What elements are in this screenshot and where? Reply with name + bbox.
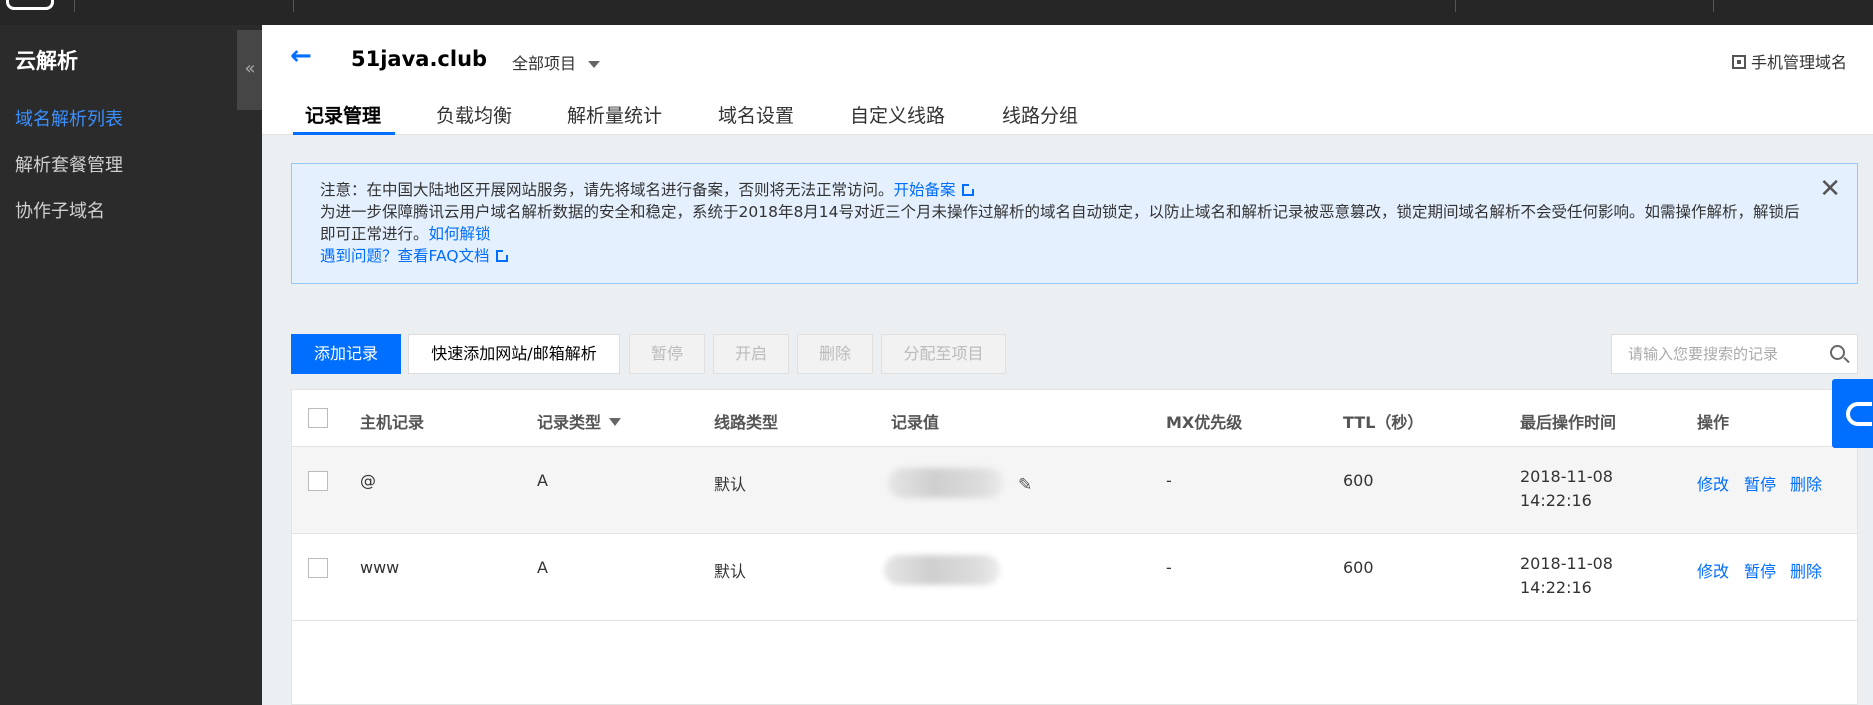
- pause-link[interactable]: 暂停: [1744, 558, 1776, 582]
- chevron-down-icon: [588, 61, 601, 68]
- start-button[interactable]: 开启: [713, 334, 789, 374]
- assign-project-button[interactable]: 分配至项目: [881, 334, 1006, 374]
- sidebar-item-domain-list[interactable]: 域名解析列表: [15, 105, 123, 131]
- start-filing-link[interactable]: 开始备案: [894, 181, 956, 199]
- search-input[interactable]: 请输入您要搜索的记录: [1611, 334, 1858, 374]
- mx-priority: -: [1166, 471, 1172, 490]
- mx-priority: -: [1166, 558, 1172, 577]
- sidebar-item-package-manage[interactable]: 解析套餐管理: [15, 151, 123, 177]
- tab-domain-settings[interactable]: 域名设置: [718, 101, 794, 135]
- column-header: 记录类型: [537, 413, 602, 432]
- headset-icon: [1846, 402, 1872, 426]
- sidebar-item-sub-domain[interactable]: 协作子域名: [15, 197, 105, 223]
- column-header: 线路类型: [714, 413, 779, 432]
- sidebar: 云解析 « 域名解析列表 解析套餐管理 协作子域名: [0, 25, 263, 705]
- how-to-unlock-link[interactable]: 如何解锁: [429, 225, 491, 243]
- notice-text: 注意：在中国大陆地区开展网站服务，请先将域名进行备案，否则将无法正常访问。: [320, 181, 894, 199]
- topbar-divider: [74, 0, 75, 12]
- close-icon[interactable]: ✕: [1819, 176, 1841, 202]
- add-record-button[interactable]: 添加记录: [291, 334, 401, 374]
- records-table: 主机记录 记录类型 线路类型 记录值 MX优先级 TTL（秒） 最后操作时间 操…: [291, 389, 1858, 705]
- record-value-redacted: [888, 468, 1004, 498]
- table-row[interactable]: www A 默认 - 600 2018-11-08 14:22:16 修改 暂停 …: [292, 534, 1857, 621]
- project-select-label: 全部项目: [512, 54, 577, 73]
- page-header: ← 51java.club 全部项目 手机管理域名 记录管理 负载均衡 解析量统…: [262, 25, 1873, 135]
- notice-banner: 注意：在中国大陆地区开展网站服务，请先将域名进行备案，否则将无法正常访问。开始备…: [291, 163, 1858, 284]
- notice-text: 为进一步保障腾讯云用户域名解析数据的安全和稳定，系统于2018年8月14号对近三…: [320, 203, 1800, 243]
- sidebar-title: 云解析: [15, 49, 78, 73]
- ttl: 600: [1343, 471, 1374, 490]
- modify-link[interactable]: 修改: [1697, 558, 1729, 582]
- table-row[interactable]: @ A 默认 ✎ - 600 2018-11-08 14:22:16 修改 暂停 …: [292, 447, 1857, 534]
- row-checkbox[interactable]: [308, 558, 328, 578]
- faq-link[interactable]: 遇到问题？查看FAQ文档: [320, 247, 490, 265]
- tab-load-balance[interactable]: 负载均衡: [436, 101, 512, 135]
- record-type: A: [537, 558, 548, 577]
- external-link-icon: [961, 183, 975, 196]
- last-modified: 2018-11-08 14:22:16: [1520, 465, 1613, 513]
- line-type: 默认: [714, 562, 747, 581]
- column-header: 记录值: [891, 413, 940, 432]
- delete-link[interactable]: 删除: [1790, 558, 1822, 582]
- last-modified-date: 2018-11-08: [1520, 467, 1613, 486]
- cloud-logo-icon[interactable]: [6, 0, 54, 10]
- delete-link[interactable]: 删除: [1790, 471, 1822, 495]
- page-title: 51java.club: [351, 47, 488, 71]
- host-record: www: [360, 558, 400, 577]
- column-header: TTL（秒）: [1343, 413, 1424, 432]
- modify-link[interactable]: 修改: [1697, 471, 1729, 495]
- last-modified-date: 2018-11-08: [1520, 554, 1613, 573]
- mobile-manage-label: 手机管理域名: [1750, 53, 1847, 72]
- search-icon[interactable]: [1830, 345, 1845, 360]
- notice-line: 为进一步保障腾讯云用户域名解析数据的安全和稳定，系统于2018年8月14号对近三…: [320, 201, 1810, 245]
- mobile-manage-link[interactable]: 手机管理域名: [1731, 49, 1847, 73]
- column-header: 主机记录: [360, 413, 425, 432]
- edit-pencil-icon[interactable]: ✎: [1018, 475, 1032, 495]
- back-arrow-icon[interactable]: ←: [290, 43, 312, 69]
- delete-button[interactable]: 删除: [797, 334, 873, 374]
- column-header: 操作: [1697, 413, 1730, 432]
- tab-query-stats[interactable]: 解析量统计: [567, 101, 662, 135]
- online-support-button[interactable]: [1832, 379, 1873, 448]
- record-type: A: [537, 471, 548, 490]
- filter-icon[interactable]: [609, 418, 622, 426]
- qr-code-icon: [1731, 55, 1746, 69]
- table-header: 主机记录 记录类型 线路类型 记录值 MX优先级 TTL（秒） 最后操作时间 操…: [292, 390, 1857, 447]
- last-modified: 2018-11-08 14:22:16: [1520, 552, 1613, 600]
- pause-button[interactable]: 暂停: [629, 334, 705, 374]
- notice-line: 遇到问题？查看FAQ文档: [320, 245, 1829, 267]
- external-link-icon: [495, 249, 509, 262]
- pause-link[interactable]: 暂停: [1744, 471, 1776, 495]
- column-header-record-type[interactable]: 记录类型: [537, 409, 622, 433]
- topbar-divider: [1455, 0, 1456, 12]
- column-header: MX优先级: [1166, 413, 1243, 432]
- tab-custom-line[interactable]: 自定义线路: [850, 101, 945, 135]
- topbar-divider: [293, 0, 294, 12]
- search-placeholder: 请输入您要搜索的记录: [1628, 345, 1779, 363]
- column-header: 最后操作时间: [1520, 413, 1617, 432]
- last-modified-time: 14:22:16: [1520, 491, 1592, 510]
- quick-add-button[interactable]: 快速添加网站/邮箱解析: [408, 334, 620, 374]
- topbar-divider: [1713, 0, 1714, 12]
- notice-line: 注意：在中国大陆地区开展网站服务，请先将域名进行备案，否则将无法正常访问。开始备…: [320, 179, 1829, 201]
- top-bar: [0, 0, 1873, 25]
- row-checkbox[interactable]: [308, 471, 328, 491]
- tab-record-manage[interactable]: 记录管理: [292, 101, 396, 135]
- record-value-redacted: [884, 555, 1000, 585]
- tab-line-group[interactable]: 线路分组: [1002, 101, 1078, 135]
- last-modified-time: 14:22:16: [1520, 578, 1592, 597]
- ttl: 600: [1343, 558, 1374, 577]
- select-all-checkbox[interactable]: [308, 408, 328, 428]
- line-type: 默认: [714, 475, 747, 494]
- host-record: @: [360, 471, 376, 490]
- project-select[interactable]: 全部项目: [512, 50, 601, 74]
- collapse-sidebar-button[interactable]: «: [237, 30, 263, 110]
